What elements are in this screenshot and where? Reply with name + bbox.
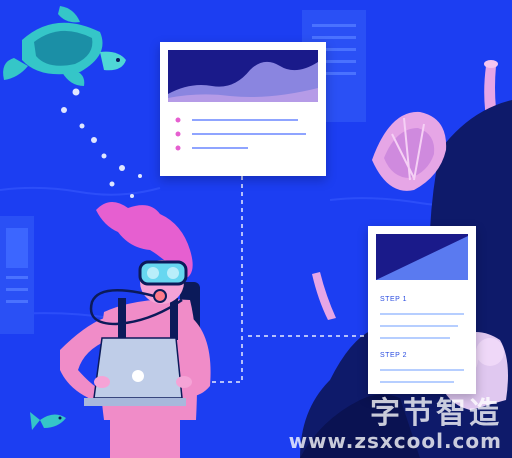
small-tube-coral-icon (312, 272, 336, 320)
background-card-left (0, 216, 34, 334)
diver-icon (60, 201, 211, 458)
bubbles (61, 88, 142, 198)
wave-chart-graphic (168, 50, 318, 151)
watermark-url: www.zsxcool.com (288, 429, 502, 453)
step-1-label: STEP 1 (380, 296, 407, 303)
watermark-brand: 字节智造 (370, 396, 502, 431)
step-2-label: STEP 2 (380, 352, 407, 359)
chart-card (160, 42, 326, 176)
underwater-illustration: STEP 1 STEP 2 字节智造 www.zsxcool.com (0, 0, 512, 458)
watermark: 字节智造 www.zsxcool.com (288, 396, 502, 453)
turtle-icon (3, 6, 126, 86)
fish-icon (30, 412, 66, 430)
steps-card: STEP 1 STEP 2 (368, 226, 476, 394)
steps-card-graphic (376, 234, 468, 383)
